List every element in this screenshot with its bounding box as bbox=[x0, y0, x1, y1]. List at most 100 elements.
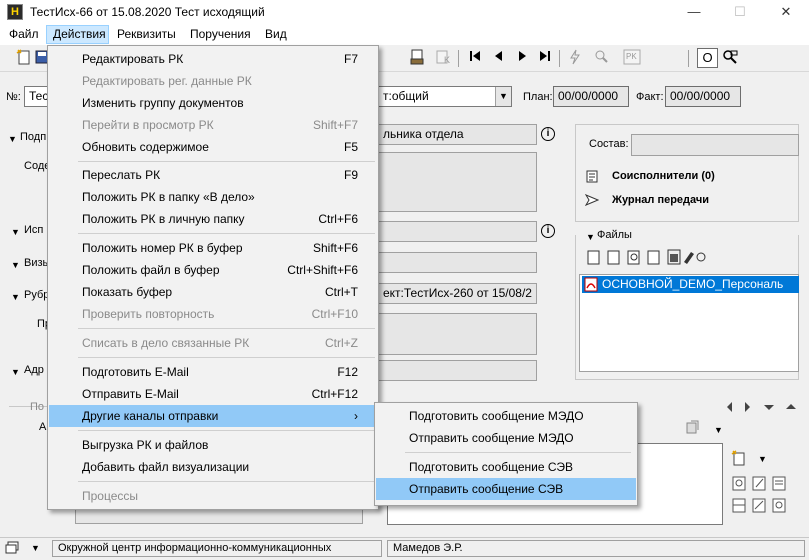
menu-item-prepare-email[interactable]: Подготовить E-Mail F12 bbox=[49, 361, 377, 383]
menu-item-forward-card[interactable]: Переслать РК F9 bbox=[49, 164, 377, 186]
maximize-button[interactable]: ☐ bbox=[717, 0, 763, 24]
menu-item-label: Положить номер РК в буфер bbox=[82, 241, 243, 255]
register-icon[interactable] bbox=[408, 49, 426, 67]
composition-field[interactable] bbox=[631, 134, 799, 156]
find-in-card-icon[interactable] bbox=[721, 49, 739, 67]
menu-item-change-doc-group[interactable]: Изменить группу документов bbox=[49, 92, 377, 114]
menu-item-personal-folder[interactable]: Положить РК в личную папку Ctrl+F6 bbox=[49, 208, 377, 230]
menu-item-shortcut: F9 bbox=[343, 168, 358, 182]
window-list-icon[interactable] bbox=[5, 541, 19, 558]
content-field[interactable] bbox=[378, 152, 537, 212]
coexecutors-link[interactable]: Соисполнители (0) bbox=[612, 170, 715, 182]
menu-item-label: Проверить повторность bbox=[82, 307, 215, 321]
info-icon[interactable]: i bbox=[541, 127, 555, 141]
menu-item-label: Редактировать рег. данные РК bbox=[82, 74, 252, 88]
menu-item-edit-reg-data[interactable]: Редактировать рег. данные РК bbox=[49, 70, 377, 92]
menu-item-shortcut: Ctrl+F6 bbox=[318, 212, 358, 226]
menu-item-label: Списать в дело связанные РК bbox=[82, 336, 250, 350]
submenu-item-prepare-medo[interactable]: Подготовить сообщение МЭДО bbox=[376, 405, 636, 427]
expand-signer-icon[interactable]: ▼ bbox=[8, 134, 17, 144]
menu-item-shortcut: Shift+F7 bbox=[312, 118, 358, 132]
pk-card-icon[interactable]: PK bbox=[623, 49, 641, 67]
menu-separator bbox=[405, 452, 631, 453]
lightning-icon[interactable] bbox=[566, 49, 584, 67]
info-icon[interactable]: i bbox=[541, 224, 555, 238]
menu-item-file-to-case[interactable]: Положить РК в папку «В дело» bbox=[49, 186, 377, 208]
menu-item-label: Показать буфер bbox=[82, 285, 173, 299]
menu-assignments[interactable]: Поручения bbox=[190, 27, 251, 41]
menu-file[interactable]: Файл bbox=[9, 27, 39, 41]
menu-requisites[interactable]: Реквизиты bbox=[117, 27, 176, 41]
visa-field[interactable] bbox=[378, 252, 537, 273]
menu-view[interactable]: Вид bbox=[265, 27, 287, 41]
menu-item-label: Добавить файл визуализации bbox=[82, 460, 250, 474]
file-list-item[interactable]: ОСНОВНОЙ_DEMO_Персональ bbox=[582, 276, 799, 293]
last-record-icon[interactable] bbox=[536, 49, 554, 67]
menu-item-label: Положить РК в папку «В дело» bbox=[82, 190, 255, 204]
submenu-item-send-medo[interactable]: Отправить сообщение МЭДО bbox=[376, 427, 636, 449]
card-k-icon[interactable]: K bbox=[434, 49, 452, 67]
menu-item-label: Подготовить E-Mail bbox=[82, 365, 189, 379]
chevron-down-icon[interactable]: ▼ bbox=[714, 425, 723, 435]
executor-field[interactable] bbox=[378, 221, 537, 242]
side-actions-icons[interactable] bbox=[731, 475, 803, 515]
menu-actions[interactable]: Действия bbox=[53, 27, 106, 41]
menu-item-copy-number[interactable]: Положить номер РК в буфер Shift+F6 bbox=[49, 237, 377, 259]
expand-executor-icon[interactable]: ▼ bbox=[11, 227, 20, 237]
new-file-icon[interactable] bbox=[731, 450, 747, 469]
menu-item-check-duplicate[interactable]: Проверить повторность Ctrl+F10 bbox=[49, 303, 377, 325]
menu-item-show-buffer[interactable]: Показать буфер Ctrl+T bbox=[49, 281, 377, 303]
addr-label: Адр bbox=[24, 364, 44, 376]
menu-item-shortcut: Ctrl+F10 bbox=[311, 307, 358, 321]
minimize-button[interactable]: — bbox=[671, 0, 717, 24]
menu-separator bbox=[78, 233, 375, 234]
menu-item-write-off-linked[interactable]: Списать в дело связанные РК Ctrl+Z bbox=[49, 332, 377, 354]
previous-record-icon[interactable] bbox=[490, 49, 508, 67]
first-record-icon[interactable] bbox=[466, 49, 484, 67]
menu-item-add-visual-file[interactable]: Добавить файл визуализации bbox=[49, 456, 377, 478]
expand-addr-icon[interactable]: ▼ bbox=[11, 367, 20, 377]
zoom-toggle-button[interactable]: O bbox=[697, 48, 718, 68]
pr-field[interactable] bbox=[378, 313, 537, 355]
menu-item-edit-card[interactable]: Редактировать РК F7 bbox=[49, 48, 377, 70]
nav-arrows[interactable] bbox=[724, 401, 806, 413]
app-icon: Н bbox=[7, 4, 23, 20]
chevron-down-icon[interactable]: ▼ bbox=[495, 87, 511, 106]
menu-item-export-card[interactable]: Выгрузка РК и файлов bbox=[49, 434, 377, 456]
menu-item-copy-file[interactable]: Положить файл в буфер Ctrl+Shift+F6 bbox=[49, 259, 377, 281]
menu-item-other-channels[interactable]: Другие каналы отправки › bbox=[49, 405, 377, 427]
next-record-icon[interactable] bbox=[513, 49, 531, 67]
window-title: ТестИсх-66 от 15.08.2020 Тест исходящий bbox=[30, 5, 265, 19]
menu-item-view-card[interactable]: Перейти в просмотр РК Shift+F7 bbox=[49, 114, 377, 136]
menu-item-send-email[interactable]: Отправить E-Mail Ctrl+F12 bbox=[49, 383, 377, 405]
submenu-arrow-icon: › bbox=[354, 409, 358, 423]
close-button[interactable]: ✕ bbox=[763, 0, 809, 24]
svg-text:PK: PK bbox=[626, 52, 637, 61]
chevron-down-icon[interactable]: ▼ bbox=[31, 543, 40, 553]
menu-item-refresh[interactable]: Обновить содержимое F5 bbox=[49, 136, 377, 158]
search-user-icon[interactable] bbox=[592, 49, 610, 67]
transfer-log-link[interactable]: Журнал передачи bbox=[612, 194, 709, 206]
menu-item-processes[interactable]: Процессы bbox=[49, 485, 377, 507]
rubric-field[interactable]: ект:ТестИсх-260 от 15/08/2 bbox=[378, 283, 537, 304]
submenu-item-send-sev[interactable]: Отправить сообщение СЭВ bbox=[376, 478, 636, 500]
fact-date-field[interactable]: 00/00/0000 bbox=[665, 86, 741, 107]
menu-item-label: Отправить сообщение МЭДО bbox=[409, 431, 574, 445]
number-label: №: bbox=[6, 91, 21, 103]
expand-rubric-icon[interactable]: ▼ bbox=[11, 292, 20, 302]
plan-date-field[interactable]: 00/00/0000 bbox=[553, 86, 629, 107]
files-toolbar bbox=[587, 248, 709, 266]
actions-menu: Редактировать РК F7 Редактировать рег. да… bbox=[47, 45, 379, 510]
access-value: т:общий bbox=[383, 89, 429, 103]
file-name: ОСНОВНОЙ_DEMO_Персональ bbox=[602, 277, 784, 291]
new-document-icon[interactable] bbox=[15, 49, 33, 67]
menu-item-label: Другие каналы отправки bbox=[82, 409, 219, 423]
addr-field[interactable] bbox=[378, 360, 537, 381]
attach-icon[interactable] bbox=[686, 420, 700, 434]
signer-field[interactable]: льника отдела bbox=[378, 124, 537, 145]
expand-visa-icon[interactable]: ▼ bbox=[11, 260, 20, 270]
access-select[interactable]: т:общий ▼ bbox=[378, 86, 512, 107]
menu-item-label: Положить файл в буфер bbox=[82, 263, 220, 277]
chevron-down-icon[interactable]: ▼ bbox=[758, 454, 767, 464]
submenu-item-prepare-sev[interactable]: Подготовить сообщение СЭВ bbox=[376, 456, 636, 478]
